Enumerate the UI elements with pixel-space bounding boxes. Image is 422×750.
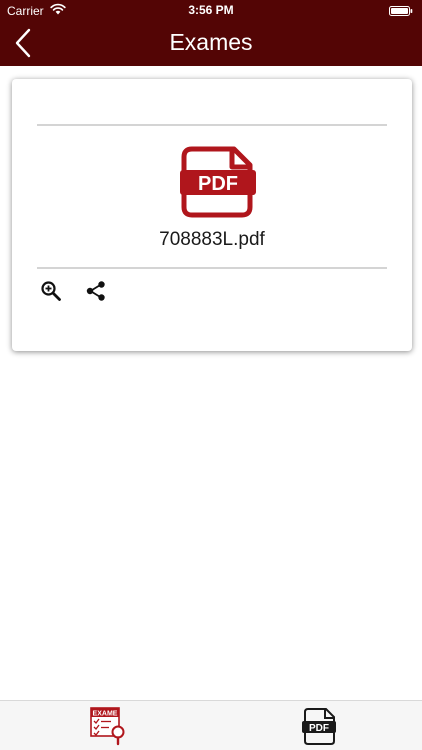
pdf-file-icon[interactable]: PDF xyxy=(178,141,258,221)
bottom-divider xyxy=(37,267,387,269)
header: Carrier 3:56 PM Exames xyxy=(0,0,422,66)
pdf-icon-label: PDF xyxy=(198,173,238,195)
status-time: 3:56 PM xyxy=(188,3,234,17)
file-name: 708883L.pdf xyxy=(159,229,265,250)
zoom-in-icon xyxy=(41,281,61,301)
pdf-file-icon: PDF xyxy=(302,708,336,745)
tab-pdf[interactable]: PDF xyxy=(297,706,341,746)
share-button[interactable] xyxy=(83,278,109,304)
exam-form-icon: EXAME xyxy=(90,707,125,746)
exam-card: PDF 708883L.pdf xyxy=(12,79,412,351)
pdf-tab-label: PDF xyxy=(309,723,329,734)
chevron-left-icon xyxy=(15,28,31,58)
tab-exames[interactable]: EXAME xyxy=(87,706,131,746)
exam-icon-label: EXAME xyxy=(93,711,118,718)
tab-bar: EXAME PDF xyxy=(0,700,422,750)
back-button[interactable] xyxy=(6,26,40,60)
page-title: Exames xyxy=(169,29,253,55)
status-bar: Carrier 3:56 PM xyxy=(0,0,422,20)
battery-icon xyxy=(389,5,413,16)
top-divider xyxy=(37,124,387,126)
exames-screen: Carrier 3:56 PM Exames PDF 708883L.pdf E… xyxy=(0,0,422,750)
nav-bar: Exames xyxy=(0,20,422,66)
share-icon xyxy=(86,281,105,301)
zoom-button[interactable] xyxy=(38,278,64,304)
